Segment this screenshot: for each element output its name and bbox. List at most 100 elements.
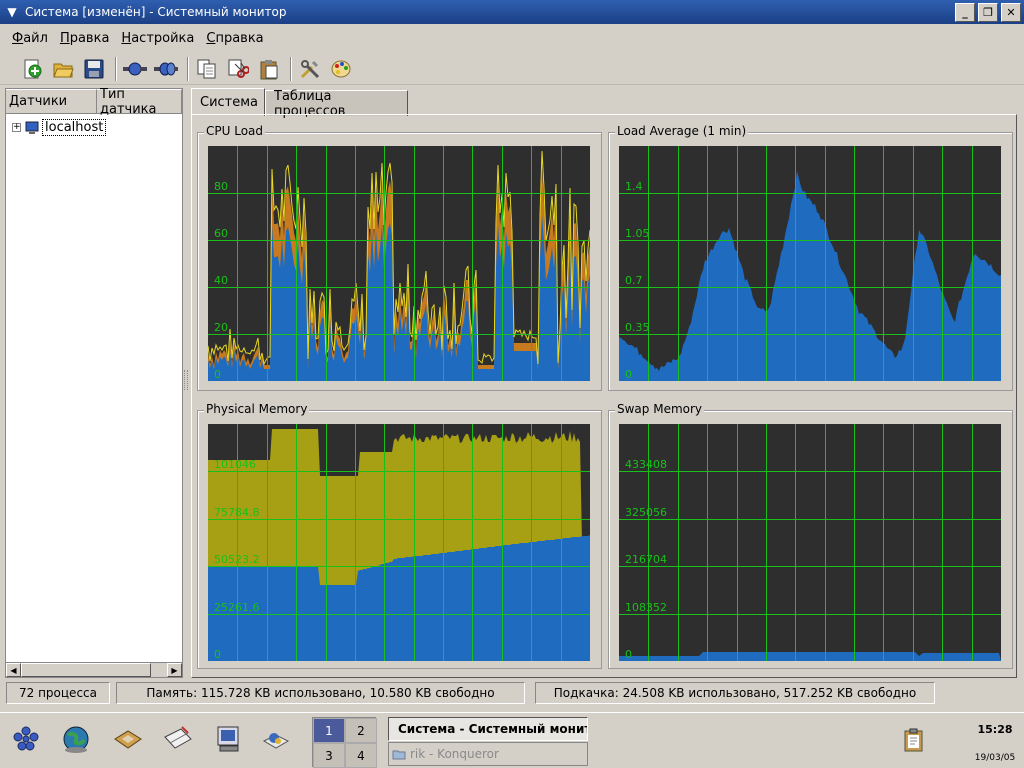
task-list: Система - Системный монитор rik - Konque… [388, 717, 588, 767]
taskbar: 1 2 3 4 Система - Системный монитор rik … [0, 712, 1024, 768]
scroll-left-icon[interactable]: ◀ [6, 663, 21, 677]
tree-item-label: localhost [42, 119, 107, 136]
tick-label: 325056 [625, 506, 667, 519]
window-title: Система [изменён] - Системный монитор [25, 5, 287, 19]
paste-icon[interactable] [255, 55, 283, 83]
graph-title: Load Average (1 min) [615, 124, 749, 138]
tick-label: 1.05 [625, 227, 650, 240]
expand-icon[interactable]: + [12, 123, 21, 132]
computer-icon [25, 121, 39, 134]
menu-help[interactable]: Справка [206, 31, 263, 46]
minimize-button[interactable]: _ [955, 2, 975, 22]
k-menu-icon[interactable] [8, 721, 44, 757]
tick-label: 0 [214, 648, 221, 661]
new-icon[interactable] [18, 55, 46, 83]
tick-label: 80 [214, 180, 228, 193]
cpu-load-plot: 80 60 40 20 0 [208, 146, 590, 381]
home-folder-icon[interactable] [110, 721, 146, 757]
desktop-3-button[interactable]: 3 [313, 743, 345, 768]
menu-file[interactable]: Файл [12, 31, 48, 46]
horizontal-scrollbar[interactable]: ◀ ▶ [6, 662, 182, 677]
swap-used-area [619, 652, 1001, 661]
browser-icon[interactable] [58, 721, 94, 757]
tick-label: 0.7 [625, 274, 643, 287]
desktop-pager: 1 2 3 4 [312, 717, 377, 768]
desktop-1-button[interactable]: 1 [313, 718, 345, 743]
tick-label: 108352 [625, 601, 667, 614]
status-bar: 72 процесса Память: 115.728 KB использов… [0, 681, 1024, 705]
tab-system[interactable]: Система [191, 88, 265, 116]
desktop-4-button[interactable]: 4 [345, 743, 377, 768]
tick-label: 0 [625, 368, 632, 381]
menu-edit[interactable]: Правка [60, 31, 109, 46]
tick-label: 50523.2 [214, 553, 260, 566]
toolbar [0, 53, 1024, 85]
clipboard-icon[interactable] [902, 727, 926, 753]
splitter-handle[interactable] [184, 370, 188, 390]
scroll-right-icon[interactable]: ▶ [167, 663, 182, 677]
graph-title: Swap Memory [615, 402, 705, 416]
status-memory: Память: 115.728 KB использовано, 10.580 … [116, 682, 525, 704]
save-icon[interactable] [80, 55, 108, 83]
tick-label: 75784.8 [214, 506, 260, 519]
task-system-monitor[interactable]: Система - Системный монитор [388, 717, 588, 741]
tick-label: 101046 [214, 458, 256, 471]
task-label: Система - Системный монитор [398, 722, 588, 736]
tab-process-table[interactable]: Таблица процессов [265, 89, 408, 119]
cut-icon[interactable] [224, 55, 252, 83]
column-sensor-type[interactable]: Тип датчика [97, 87, 182, 117]
configure-icon[interactable] [296, 55, 324, 83]
column-sensors[interactable]: Датчики [6, 89, 97, 113]
disconnect-host-icon[interactable] [152, 55, 180, 83]
date: 19/03/05 [974, 753, 1016, 763]
tick-label: 0 [214, 368, 221, 381]
toolbar-separator [290, 56, 292, 81]
tick-label: 0 [625, 648, 632, 661]
control-center-icon[interactable] [210, 721, 246, 757]
desktop-2-button[interactable]: 2 [345, 718, 377, 743]
load-average-plot: 1.4 1.05 0.7 0.35 0 [619, 146, 1001, 381]
tick-label: 40 [214, 274, 228, 287]
tab-bar: Система Таблица процессов [191, 88, 408, 119]
close-button[interactable]: ✕ [1001, 2, 1021, 22]
graph-title: Physical Memory [204, 402, 310, 416]
help-icon[interactable] [258, 721, 294, 757]
status-processes: 72 процесса [6, 682, 110, 704]
tree-item-localhost[interactable]: + localhost [12, 119, 107, 136]
window-menu-icon[interactable]: ▼ [1, 1, 23, 23]
physical-memory-graph[interactable]: Physical Memory 101046 75784.8 50523.2 2526… [197, 402, 602, 669]
copy-icon[interactable] [193, 55, 221, 83]
text-editor-icon[interactable] [160, 721, 196, 757]
clock[interactable]: 15:28 [970, 723, 1020, 736]
cpu-load-graph[interactable]: CPU Load 80 60 40 20 0 [197, 124, 602, 391]
open-folder-icon[interactable] [49, 55, 77, 83]
tick-label: 0.35 [625, 321, 650, 334]
menu-bar: Файл Правка Настройка Справка [0, 25, 1024, 51]
graph-title: CPU Load [204, 124, 265, 138]
swap-memory-plot: 433408 325056 216704 108352 0 [619, 424, 1001, 661]
tick-label: 433408 [625, 458, 667, 471]
toolbar-separator [115, 56, 117, 81]
folder-icon [392, 750, 406, 760]
scroll-thumb[interactable] [21, 663, 151, 677]
connect-host-icon[interactable] [121, 55, 149, 83]
status-swap: Подкачка: 24.508 KB использовано, 517.25… [535, 682, 935, 704]
menu-settings[interactable]: Настройка [121, 31, 194, 46]
title-bar[interactable]: ▼ Система [изменён] - Системный монитор … [0, 0, 1024, 24]
tick-label: 20 [214, 321, 228, 334]
toolbar-separator [187, 56, 189, 81]
swap-memory-graph[interactable]: Swap Memory 433408 325056 216704 108352 0 [608, 402, 1013, 669]
tick-label: 1.4 [625, 180, 643, 193]
style-icon[interactable] [327, 55, 355, 83]
maximize-button[interactable]: ❐ [978, 2, 998, 22]
physical-memory-plot: 101046 75784.8 50523.2 25261.6 0 [208, 424, 590, 661]
tick-label: 25261.6 [214, 601, 260, 614]
load-average-graph[interactable]: Load Average (1 min) 1.4 1.05 0.7 0.35 0 [608, 124, 1013, 391]
tick-label: 60 [214, 227, 228, 240]
sensor-browser[interactable]: Датчики Тип датчика + localhost ◀ ▶ [5, 87, 183, 678]
tick-label: 216704 [625, 553, 667, 566]
task-label: rik - Konqueror [410, 747, 499, 761]
load-average-area [619, 171, 1001, 381]
sensor-browser-header: Датчики Тип датчика [6, 87, 182, 117]
task-konqueror[interactable]: rik - Konqueror [388, 742, 588, 766]
